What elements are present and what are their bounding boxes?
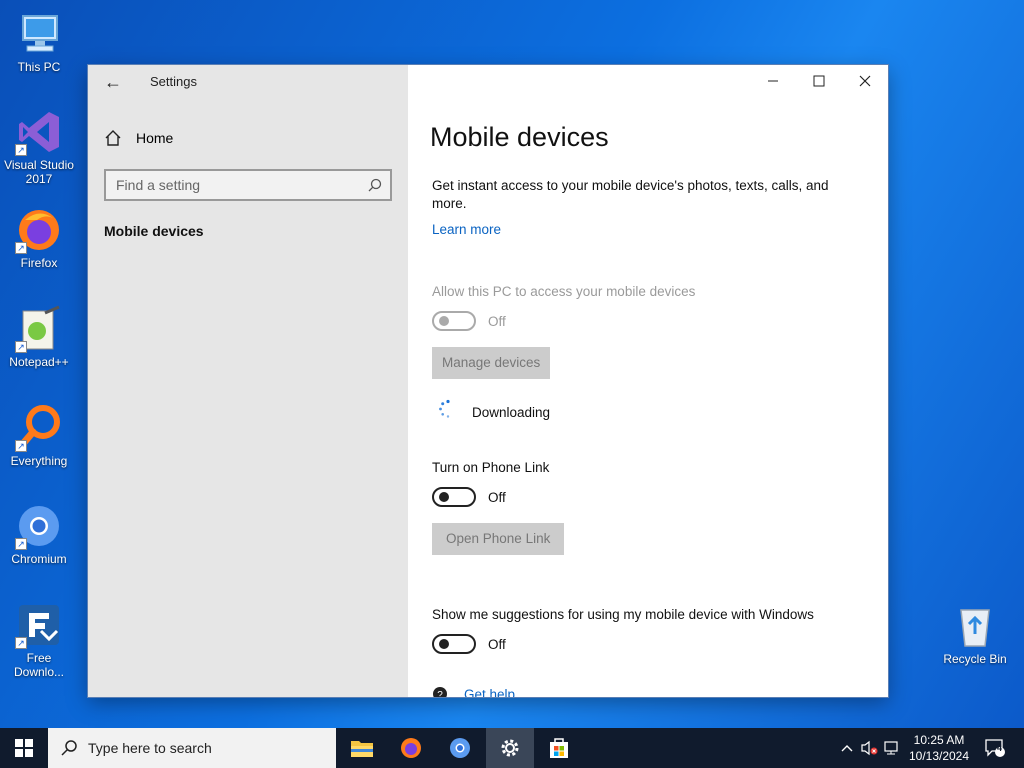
desktop-icon-visual-studio[interactable]: ↗ Visual Studio 2017 bbox=[2, 108, 76, 186]
toggle-knob bbox=[439, 316, 449, 326]
phone-link-toggle[interactable] bbox=[432, 487, 476, 507]
nav-home-label: Home bbox=[136, 130, 174, 146]
chevron-up-icon bbox=[841, 745, 853, 752]
settings-content-pane: Mobile devices Get instant access to you… bbox=[408, 65, 888, 697]
notification-count-badge: 4 bbox=[997, 743, 1003, 753]
nav-home[interactable]: Home bbox=[104, 129, 173, 147]
firefox-icon bbox=[401, 738, 421, 758]
desktop-icon-free-download-manager[interactable]: ↗ Free Downlo... bbox=[2, 601, 76, 679]
settings-nav-pane: ← Settings Home Find a setting Mobile de… bbox=[88, 65, 408, 697]
chromium-icon: ↗ bbox=[15, 502, 63, 550]
taskbar: Type here to search 10:25 AM 10/13/2024 … bbox=[0, 728, 1024, 768]
shortcut-arrow-icon: ↗ bbox=[15, 538, 27, 550]
phone-link-state: Off bbox=[488, 490, 506, 505]
visual-studio-icon: ↗ bbox=[15, 108, 63, 156]
windows-logo-icon bbox=[15, 739, 33, 757]
downloading-status: Downloading bbox=[472, 405, 551, 420]
taskbar-firefox[interactable] bbox=[387, 728, 435, 768]
tray-show-hidden-icons[interactable] bbox=[836, 728, 858, 768]
taskbar-file-explorer[interactable] bbox=[338, 728, 386, 768]
desktop-icon-label: Notepad++ bbox=[9, 355, 69, 369]
back-arrow-icon[interactable]: ← bbox=[102, 71, 124, 93]
window-title: Settings bbox=[150, 74, 197, 89]
help-icon: ? bbox=[433, 687, 447, 697]
home-icon bbox=[105, 130, 121, 146]
taskbar-search-placeholder: Type here to search bbox=[88, 740, 212, 756]
desktop-icon-recycle-bin[interactable]: Recycle Bin bbox=[938, 602, 1012, 666]
taskbar-chromium[interactable] bbox=[436, 728, 484, 768]
network-icon bbox=[884, 741, 898, 755]
clock-time: 10:25 AM bbox=[913, 733, 965, 747]
desktop-icon-label: Everything bbox=[10, 454, 68, 468]
taskbar-store[interactable] bbox=[535, 728, 583, 768]
taskbar-settings[interactable] bbox=[486, 728, 534, 768]
page-title: Mobile devices bbox=[430, 122, 609, 152]
toggle-knob bbox=[439, 492, 449, 502]
learn-more-link[interactable]: Learn more bbox=[432, 222, 501, 237]
folder-icon bbox=[351, 741, 373, 757]
suggestions-label: Show me suggestions for using my mobile … bbox=[432, 607, 814, 622]
shortcut-arrow-icon: ↗ bbox=[15, 637, 27, 649]
open-phone-link-button[interactable]: Open Phone Link bbox=[432, 523, 565, 555]
svg-text:?: ? bbox=[437, 690, 443, 697]
desktop-icon-label: Visual Studio 2017 bbox=[4, 158, 74, 186]
loading-spinner-icon bbox=[439, 399, 450, 418]
desktop-icon-this-pc[interactable]: This PC bbox=[2, 10, 76, 74]
firefox-icon: ↗ bbox=[15, 206, 63, 254]
volume-muted-icon bbox=[861, 740, 878, 756]
tray-network[interactable] bbox=[880, 728, 902, 768]
desktop-icon-chromium[interactable]: ↗ Chromium bbox=[2, 502, 76, 566]
search-placeholder: Find a setting bbox=[116, 177, 201, 193]
desktop-icon-label: This PC bbox=[17, 60, 61, 74]
search-icon bbox=[61, 740, 77, 756]
taskbar-clock[interactable]: 10:25 AM 10/13/2024 bbox=[902, 732, 976, 764]
desktop-icon-label: Firefox bbox=[20, 256, 58, 270]
toggle-knob bbox=[439, 639, 449, 649]
taskbar-search-box[interactable]: Type here to search bbox=[48, 728, 336, 768]
free-download-manager-icon: ↗ bbox=[15, 601, 63, 649]
gear-icon bbox=[501, 739, 519, 757]
desktop-icon-label: Recycle Bin bbox=[943, 652, 1007, 666]
allow-access-toggle[interactable] bbox=[432, 311, 476, 331]
start-button[interactable] bbox=[0, 728, 48, 768]
recycle-bin-icon bbox=[951, 602, 999, 650]
shortcut-arrow-icon: ↗ bbox=[15, 440, 27, 452]
tray-volume[interactable] bbox=[858, 728, 880, 768]
allow-access-state: Off bbox=[488, 314, 506, 329]
manage-devices-button[interactable]: Manage devices bbox=[432, 347, 551, 379]
shortcut-arrow-icon: ↗ bbox=[15, 341, 27, 353]
desktop-icon-label: Chromium bbox=[11, 552, 67, 566]
shortcut-arrow-icon: ↗ bbox=[15, 242, 27, 254]
find-setting-input[interactable]: Find a setting bbox=[104, 169, 392, 201]
everything-search-icon: ↗ bbox=[15, 404, 63, 452]
computer-icon bbox=[15, 10, 63, 58]
page-description: Get instant access to your mobile device… bbox=[432, 178, 829, 211]
clock-date: 10/13/2024 bbox=[908, 749, 970, 763]
suggestions-state: Off bbox=[488, 637, 506, 652]
desktop-icon-firefox[interactable]: ↗ Firefox bbox=[2, 206, 76, 270]
action-center-button[interactable]: 4 bbox=[980, 728, 1010, 768]
phone-link-label: Turn on Phone Link bbox=[432, 460, 550, 475]
desktop-icon-notepad-plus-plus[interactable]: ↗ Notepad++ bbox=[2, 305, 76, 369]
desktop-icon-label: Free Downlo... bbox=[13, 651, 65, 679]
notification-icon bbox=[985, 739, 1005, 757]
store-icon bbox=[550, 738, 568, 758]
shortcut-arrow-icon: ↗ bbox=[15, 144, 27, 156]
desktop-icon-everything[interactable]: ↗ Everything bbox=[2, 404, 76, 468]
nav-item-mobile-devices[interactable]: Mobile devices bbox=[104, 223, 204, 239]
suggestions-toggle[interactable] bbox=[432, 634, 476, 654]
settings-window: ← Settings Home Find a setting Mobile de… bbox=[88, 65, 888, 697]
notepad-plus-plus-icon: ↗ bbox=[15, 305, 63, 353]
chromium-icon bbox=[450, 738, 470, 758]
allow-access-label: Allow this PC to access your mobile devi… bbox=[432, 284, 696, 299]
get-help-link[interactable]: Get help bbox=[464, 687, 515, 697]
search-icon bbox=[368, 178, 382, 192]
